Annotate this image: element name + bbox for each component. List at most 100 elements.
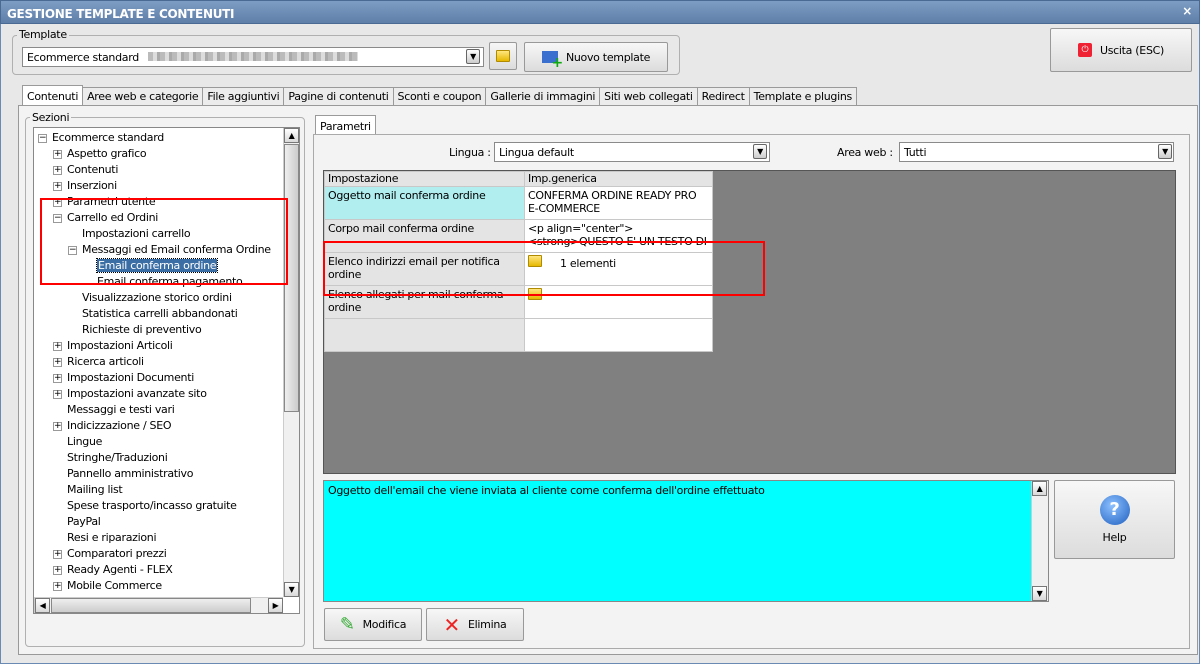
tree-item-label: Spese trasporto/incasso gratuite <box>67 499 237 512</box>
tab-file-aggiuntivi[interactable]: File aggiuntivi <box>202 87 285 106</box>
tab-sconti-e-coupon[interactable]: Sconti e coupon <box>392 87 487 106</box>
template-select[interactable]: Ecommerce standard <box>22 47 484 67</box>
collapse-icon[interactable]: − <box>38 134 47 143</box>
tree-item[interactable]: Spese trasporto/incasso gratuite <box>67 498 237 514</box>
expand-icon[interactable]: + <box>53 342 62 351</box>
tree-item[interactable]: Ready Agenti - FLEX <box>67 562 173 578</box>
delete-button[interactable]: ✕ Elimina <box>426 608 524 641</box>
tree-item-label: Visualizzazione storico ordini <box>82 291 232 304</box>
tree-item-label: Statistica carrelli abbandonati <box>82 307 238 320</box>
tree-horizontal-scrollbar[interactable]: ◀ ▶ <box>34 597 283 613</box>
edit-icon: ✎ <box>339 614 355 635</box>
area-select[interactable]: Tutti <box>899 142 1174 162</box>
expand-icon[interactable]: + <box>53 150 62 159</box>
annotation-box <box>323 241 765 296</box>
annotation-box <box>40 198 288 285</box>
scroll-up-button[interactable]: ▲ <box>1032 481 1047 496</box>
tree-item-label: Stringhe/Traduzioni <box>67 451 168 464</box>
lingua-dropdown-button[interactable]: ▼ <box>753 144 767 159</box>
tree-item[interactable]: Stringhe/Traduzioni <box>67 450 168 466</box>
tab-contenuti[interactable]: Contenuti <box>22 85 84 106</box>
tree-item-label: Indicizzazione / SEO <box>67 419 172 432</box>
tree-item[interactable]: Richieste di preventivo <box>82 322 202 338</box>
tab-pagine-di-contenuti[interactable]: Pagine di contenuti <box>283 87 394 106</box>
tree-item[interactable]: Aspetto grafico <box>67 146 147 162</box>
tree-item-label: Ricerca articoli <box>67 355 144 368</box>
tree-item[interactable]: Impostazioni Articoli <box>67 338 173 354</box>
tree-item-label: Aspetto grafico <box>67 147 147 160</box>
expand-icon[interactable]: + <box>53 166 62 175</box>
template-dropdown-button[interactable]: ▼ <box>466 49 480 64</box>
column-header: Imp.generica <box>524 171 713 187</box>
description-scrollbar[interactable]: ▲ ▼ <box>1031 481 1048 601</box>
tree-item[interactable]: Lingue <box>67 434 102 450</box>
tab-siti-web-collegati[interactable]: Siti web collegati <box>599 87 698 106</box>
tab-template-e-plugins[interactable]: Template e plugins <box>748 87 857 106</box>
expand-icon[interactable]: + <box>53 582 62 591</box>
close-button[interactable]: × <box>1182 4 1192 18</box>
tab-redirect[interactable]: Redirect <box>696 87 750 106</box>
table-row[interactable]: Oggetto mail conferma ordine CONFERMA ORD… <box>324 186 713 220</box>
tree-item[interactable]: Contenuti <box>67 162 118 178</box>
scroll-down-button[interactable]: ▼ <box>284 582 299 597</box>
area-label: Area web : <box>837 146 893 159</box>
tree-item-label: Ready Agenti - FLEX <box>67 563 173 576</box>
template-legend: Template <box>17 28 69 41</box>
tree-item-label: PayPal <box>67 515 101 528</box>
expand-icon[interactable]: + <box>53 566 62 575</box>
setting-name <box>324 318 525 352</box>
description-box[interactable]: Oggetto dell'email che viene inviata al … <box>323 480 1049 602</box>
lingua-value: Lingua default <box>499 146 574 159</box>
tree-item[interactable]: PayPal <box>67 514 101 530</box>
tree-item[interactable]: Mailing list <box>67 482 123 498</box>
tree-item[interactable]: Resi e riparazioni <box>67 530 157 546</box>
scroll-down-button[interactable]: ▼ <box>1032 586 1047 601</box>
tree-item[interactable]: Comparatori prezzi <box>67 546 167 562</box>
tree-item[interactable]: Mobile Commerce <box>67 578 162 594</box>
table-row[interactable] <box>324 318 713 352</box>
edit-button[interactable]: ✎ Modifica <box>324 608 422 641</box>
scroll-up-button[interactable]: ▲ <box>284 128 299 143</box>
tab-gallerie-di-immagini[interactable]: Gallerie di immagini <box>485 87 601 106</box>
delete-icon: ✕ <box>443 612 461 637</box>
exit-button[interactable]: ⏻ Uscita (ESC) <box>1050 28 1192 72</box>
help-button[interactable]: ? Help <box>1054 480 1175 559</box>
tree-item-label: Inserzioni <box>67 179 117 192</box>
scroll-left-button[interactable]: ◀ <box>35 598 50 613</box>
delete-label: Elimina <box>468 618 507 631</box>
tree-item[interactable]: Indicizzazione / SEO <box>67 418 172 434</box>
tree-item[interactable]: Pannello amministrativo <box>67 466 194 482</box>
new-template-icon: + <box>541 51 563 70</box>
scroll-right-button[interactable]: ▶ <box>268 598 283 613</box>
area-dropdown-button[interactable]: ▼ <box>1158 144 1172 159</box>
lingua-select[interactable]: Lingua default <box>494 142 770 162</box>
expand-icon[interactable]: + <box>53 358 62 367</box>
tree-item-label: Impostazioni Documenti <box>67 371 194 384</box>
h-scroll-thumb[interactable] <box>51 598 251 613</box>
tree-item[interactable]: Impostazioni avanzate sito <box>67 386 207 402</box>
new-template-button[interactable]: + Nuovo template <box>524 42 668 72</box>
expand-icon[interactable]: + <box>53 374 62 383</box>
tree-item[interactable]: Impostazioni Documenti <box>67 370 194 386</box>
tree-item-label: Contenuti <box>67 163 119 176</box>
tab-parametri[interactable]: Parametri <box>315 115 376 136</box>
expand-icon[interactable]: + <box>53 422 62 431</box>
tree-item[interactable]: Messaggi e testi vari <box>67 402 175 418</box>
tab-aree-web-e-categorie[interactable]: Aree web e categorie <box>82 87 204 106</box>
expand-icon[interactable]: + <box>53 182 62 191</box>
power-icon: ⏻ <box>1077 43 1092 57</box>
tree-item-label: Messaggi e testi vari <box>67 403 175 416</box>
expand-icon[interactable]: + <box>53 390 62 399</box>
setting-value[interactable]: CONFERMA ORDINE READY PRO E-COMMERCE <box>524 186 713 220</box>
tree-item[interactable]: Ricerca articoli <box>67 354 144 370</box>
exit-label: Uscita (ESC) <box>1099 43 1165 57</box>
tree-item[interactable]: Inserzioni <box>67 178 117 194</box>
edit-label: Modifica <box>362 618 407 631</box>
tree-item[interactable]: Visualizzazione storico ordini <box>82 290 232 306</box>
tree-item[interactable]: Statistica carrelli abbandonati <box>82 306 238 322</box>
tree-item[interactable]: Ecommerce standard <box>52 130 164 146</box>
tree-item-label: Comparatori prezzi <box>67 547 167 560</box>
expand-icon[interactable]: + <box>53 550 62 559</box>
setting-value[interactable] <box>524 318 713 352</box>
open-folder-button[interactable] <box>489 42 517 70</box>
